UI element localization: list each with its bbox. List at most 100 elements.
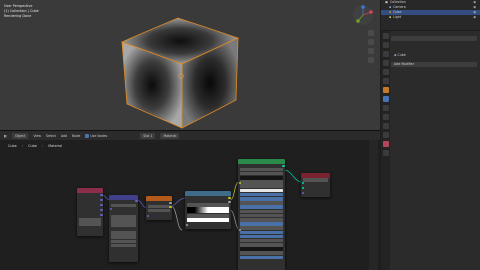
sheen-field[interactable] bbox=[240, 217, 283, 222]
scale-x-field[interactable] bbox=[111, 243, 136, 248]
dimensions-dropdown[interactable] bbox=[148, 204, 170, 209]
socket-fac-in[interactable] bbox=[185, 224, 188, 227]
add-modifier-dropdown[interactable]: Add Modifier bbox=[391, 62, 477, 67]
eye-icon[interactable]: ◉ bbox=[473, 15, 476, 20]
ior-field[interactable] bbox=[240, 234, 283, 239]
socket-row bbox=[111, 211, 136, 214]
scene-icon[interactable] bbox=[382, 69, 389, 75]
specular-tint-field[interactable] bbox=[240, 201, 283, 205]
type-dropdown[interactable] bbox=[111, 203, 136, 208]
emission-field[interactable] bbox=[240, 247, 283, 251]
physics-icon[interactable] bbox=[382, 114, 389, 120]
object-mode-dropdown[interactable]: Object bbox=[12, 132, 29, 139]
node-title-bar bbox=[185, 191, 231, 196]
rotation-z-field[interactable] bbox=[111, 239, 136, 244]
distribution-dropdown[interactable] bbox=[240, 167, 283, 172]
texture-icon[interactable] bbox=[382, 150, 389, 156]
roughness-field[interactable] bbox=[240, 205, 283, 209]
output-icon[interactable] bbox=[382, 51, 389, 57]
outliner-item-light[interactable]: ▪ Light ◉ bbox=[381, 15, 480, 20]
node-title-bar bbox=[146, 196, 172, 201]
socket-row bbox=[79, 207, 101, 210]
ramp-controls[interactable] bbox=[187, 203, 229, 207]
node-editor-canvas[interactable]: Cube › Cube › Material bbox=[0, 140, 380, 270]
3d-viewport[interactable]: User Perspective (1) Collection | Cube R… bbox=[0, 0, 380, 130]
subsurface-radius-field[interactable] bbox=[240, 184, 283, 189]
location-z-field[interactable] bbox=[111, 223, 136, 228]
cube-object[interactable] bbox=[0, 0, 380, 130]
color-ramp-node[interactable] bbox=[185, 191, 231, 229]
clearcoat-field[interactable] bbox=[240, 226, 283, 230]
anisotropic-rotation-field[interactable] bbox=[240, 213, 283, 218]
emission-strength-field[interactable] bbox=[240, 251, 283, 256]
menu-view[interactable]: View bbox=[33, 134, 41, 138]
tool-icon[interactable] bbox=[382, 33, 389, 39]
menu-node[interactable]: Node bbox=[72, 134, 80, 138]
pan-hand-icon[interactable] bbox=[368, 39, 374, 45]
location-x-field[interactable] bbox=[111, 215, 136, 219]
world-icon[interactable] bbox=[382, 78, 389, 84]
object-icon[interactable] bbox=[382, 87, 389, 93]
socket-displacement-in[interactable] bbox=[301, 192, 304, 195]
clearcoat-roughness-field[interactable] bbox=[240, 230, 283, 235]
socket-row bbox=[148, 201, 170, 204]
subsurface-field[interactable] bbox=[240, 180, 283, 184]
ramp-stop-position[interactable] bbox=[187, 214, 229, 218]
editor-type-icon[interactable]: ◧ bbox=[4, 134, 7, 138]
transmission-field[interactable] bbox=[240, 238, 283, 243]
view-layer-icon[interactable] bbox=[382, 60, 389, 66]
material-dropdown[interactable]: Material bbox=[160, 132, 180, 139]
location-y-field[interactable] bbox=[111, 219, 136, 223]
socket-row bbox=[111, 200, 136, 203]
node-title-bar bbox=[238, 159, 285, 164]
subsurface-color-field[interactable] bbox=[240, 188, 283, 193]
sheen-tint-field[interactable] bbox=[240, 222, 283, 226]
principled-bsdf-node[interactable] bbox=[238, 159, 285, 270]
menu-select[interactable]: Select bbox=[46, 134, 56, 138]
node-title-bar bbox=[77, 188, 103, 193]
socket-row bbox=[240, 164, 283, 167]
socket-row bbox=[79, 200, 101, 203]
wrench-icon[interactable] bbox=[382, 96, 389, 102]
menu-add[interactable]: Add bbox=[61, 134, 67, 138]
metallic-field[interactable] bbox=[240, 192, 283, 197]
zoom-icon[interactable] bbox=[368, 30, 374, 36]
material-icon[interactable] bbox=[382, 141, 389, 147]
transmission-roughness-field[interactable] bbox=[240, 243, 283, 247]
use-nodes-label: Use Nodes bbox=[90, 133, 108, 138]
alpha-field[interactable] bbox=[240, 255, 283, 260]
socket-vector-in[interactable] bbox=[146, 215, 149, 218]
perspective-grid-icon[interactable] bbox=[368, 57, 374, 63]
particles-icon[interactable] bbox=[382, 105, 389, 111]
subsurface-method-dropdown[interactable] bbox=[240, 171, 283, 176]
socket-row bbox=[148, 213, 170, 216]
color-ramp-gradient[interactable] bbox=[187, 207, 229, 214]
feature-dropdown[interactable] bbox=[148, 208, 170, 213]
camera-view-icon[interactable] bbox=[368, 48, 374, 54]
anisotropic-field[interactable] bbox=[240, 209, 283, 214]
socket-row bbox=[240, 260, 283, 263]
voronoi-texture-node[interactable] bbox=[146, 196, 172, 220]
data-icon[interactable] bbox=[382, 132, 389, 138]
use-nodes-toggle[interactable]: Use Nodes bbox=[85, 133, 108, 138]
from-instancer-field[interactable] bbox=[79, 222, 101, 227]
ramp-stop-color[interactable] bbox=[187, 218, 229, 222]
specular-field[interactable] bbox=[240, 197, 283, 201]
search-field[interactable] bbox=[391, 36, 477, 41]
add-modifier-label: Add Modifier bbox=[394, 62, 415, 66]
socket-row bbox=[79, 211, 101, 214]
render-icon[interactable] bbox=[382, 42, 389, 48]
mapping-node[interactable] bbox=[109, 195, 138, 262]
socket-row bbox=[303, 189, 328, 192]
material-output-node[interactable] bbox=[301, 173, 330, 197]
base-color-field[interactable] bbox=[240, 176, 283, 180]
slot-dropdown[interactable]: Slot 1 bbox=[140, 132, 156, 139]
object-field[interactable] bbox=[79, 218, 101, 222]
node-editor-sidebar-tabs[interactable] bbox=[369, 140, 378, 270]
constraints-icon[interactable] bbox=[382, 123, 389, 129]
navigation-gizmo[interactable] bbox=[352, 4, 374, 26]
rotation-x-field[interactable] bbox=[111, 231, 136, 235]
rotation-y-field[interactable] bbox=[111, 235, 136, 239]
texture-coordinate-node[interactable] bbox=[77, 188, 103, 236]
target-dropdown[interactable] bbox=[303, 178, 328, 182]
